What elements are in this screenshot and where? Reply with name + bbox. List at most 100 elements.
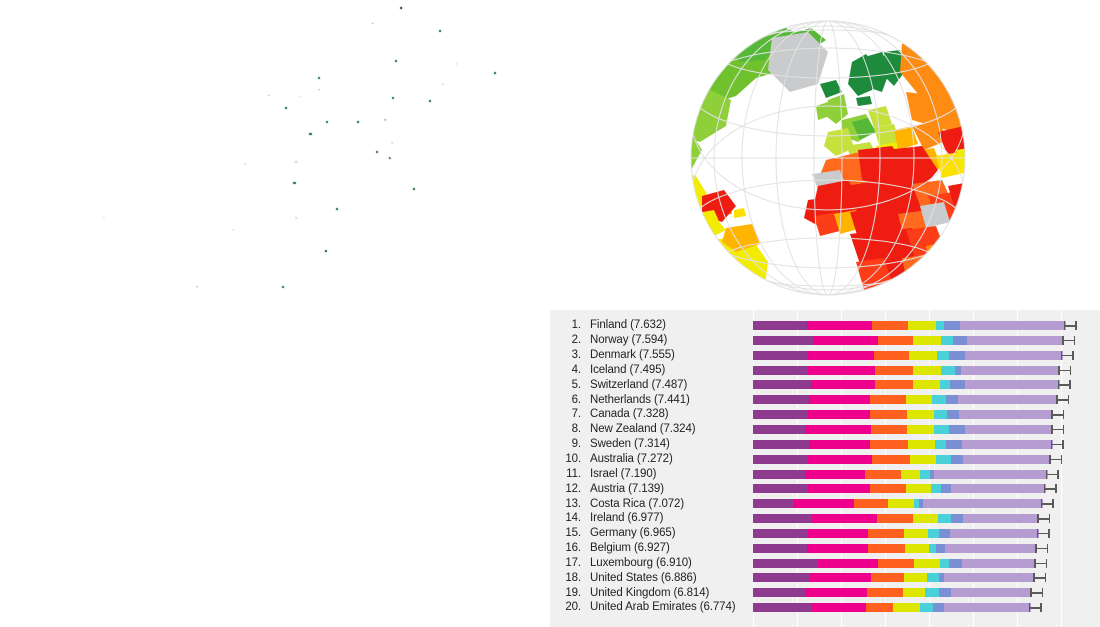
bar-segment-social-support (806, 469, 866, 479)
sp-500-percent-change-chart[interactable]: +100% +50% 0% -50% +71% O (0, 310, 550, 627)
ranking-row[interactable]: 3. Denmark (7.555) (550, 348, 740, 363)
rank-number: 11. (566, 467, 581, 480)
rank-number: 2. (571, 334, 582, 347)
world-happiness-report-ranking[interactable]: 1. Finland (7.632) 2. Norway (7.594) 3. Denma… (550, 310, 1100, 627)
ranking-row[interactable]: 9. Sweden (7.314) (550, 437, 740, 452)
confidence-interval-whisker (1050, 439, 1065, 449)
bar-segment-perceptions-of-corruption (939, 588, 951, 598)
rank-number: 1. (571, 319, 582, 332)
stacked-bar[interactable] (753, 439, 1053, 449)
ranking-row[interactable]: 8. New Zealand (7.324) (550, 422, 740, 437)
ranking-row[interactable]: 20. United Arab Emirates (6.774) (550, 600, 740, 615)
ranking-row[interactable]: 14. Ireland (6.977) (550, 511, 740, 526)
bar-segment-generosity (933, 424, 949, 434)
rank-number: 16. (565, 542, 581, 555)
bar-segment-dystopia-residual (959, 321, 1066, 330)
bar-segment-healthy-life-expectancy (875, 365, 913, 375)
confidence-interval-whisker (1033, 573, 1047, 583)
stacked-bar[interactable] (753, 395, 1059, 405)
ranking-row[interactable]: 7. Canada (7.328) (550, 407, 740, 422)
ranking-list: 1. Finland (7.632) 2. Norway (7.594) 3. Denma… (550, 318, 740, 615)
sp-area-svg (0, 620, 550, 627)
bar-segment-dystopia-residual (933, 469, 1048, 479)
stacked-bar[interactable] (753, 528, 1039, 538)
country-label: United Kingdom (6.814) (590, 586, 710, 599)
bar-segment-freedom (912, 365, 941, 375)
bar-segment-freedom (902, 588, 926, 598)
ranking-row[interactable]: 1. Finland (7.632) (550, 318, 740, 333)
stacked-bar[interactable] (753, 321, 1066, 330)
ranking-row[interactable]: 11. Israel (7.190) (550, 466, 740, 481)
bar-segment-healthy-life-expectancy (868, 543, 905, 553)
stacked-bar[interactable] (753, 410, 1054, 420)
stacked-bar[interactable] (753, 424, 1054, 434)
ranking-row[interactable]: 13. Costa Rica (7.072) (550, 496, 740, 511)
stacked-bar[interactable] (753, 484, 1046, 494)
ranking-row[interactable]: 4. Iceland (7.495) (550, 363, 740, 378)
stacked-bar[interactable] (753, 454, 1052, 464)
ranking-row[interactable]: 17. Luxembourg (6.910) (550, 556, 740, 571)
bar-segment-healthy-life-expectancy (865, 603, 894, 613)
stacked-bar[interactable] (753, 558, 1037, 568)
ranking-row[interactable]: 2. Norway (7.594) (550, 333, 740, 348)
rank-number: 19. (565, 586, 581, 599)
bar-segment-healthy-life-expectancy (870, 410, 908, 420)
ranking-row[interactable]: 12. Austria (7.139) (550, 481, 740, 496)
bar-segment-dystopia-residual (949, 528, 1039, 538)
stacked-bar[interactable] (753, 365, 1061, 375)
stacked-bar[interactable] (753, 350, 1063, 360)
stacked-bar[interactable] (753, 573, 1036, 583)
bar-segment-dystopia-residual (963, 454, 1052, 464)
rank-number: 3. (571, 349, 582, 362)
stacked-bar[interactable] (753, 588, 1033, 598)
ranking-row[interactable]: 16. Belgium (6.927) (550, 541, 740, 556)
stacked-bar[interactable] (753, 543, 1037, 553)
country-label: Costa Rica (7.072) (590, 497, 685, 510)
bar-segment-dystopia-residual (965, 350, 1063, 360)
bar-segment-freedom (912, 335, 941, 345)
dashboard-grid: +100% +50% 0% -50% +71% O (0, 0, 1100, 627)
bar-segment-perceptions-of-corruption (945, 395, 958, 405)
tree-density-canvas (0, 0, 550, 310)
country-label: Australia (7.272) (590, 453, 673, 466)
ranking-row[interactable]: 19. United Kingdom (6.814) (550, 585, 740, 600)
bar-segment-freedom (907, 321, 936, 330)
bar-segment-healthy-life-expectancy (870, 424, 907, 434)
bar-segment-social-support (807, 454, 873, 464)
bar-segment-dystopia-residual (950, 484, 1046, 494)
stacked-bar[interactable] (753, 380, 1060, 390)
confidence-interval-whisker (1028, 603, 1043, 613)
country-label: Israel (7.190) (590, 467, 657, 480)
ranking-row[interactable]: 18. United States (6.886) (550, 570, 740, 585)
bar-segment-gdp-per-capita (753, 335, 813, 345)
bar-segment-dystopia-residual (964, 424, 1054, 434)
confidence-interval-whisker (1051, 424, 1065, 434)
confidence-interval-whisker (1049, 454, 1063, 464)
rank-number: 15. (565, 527, 581, 540)
country-label: Luxembourg (6.910) (590, 556, 692, 569)
ranking-row[interactable]: 6. Netherlands (7.441) (550, 392, 740, 407)
stacked-bar[interactable] (753, 603, 1031, 613)
confidence-interval-whisker (1034, 558, 1048, 568)
ranking-row[interactable]: 5. Switzerland (7.487) (550, 377, 740, 392)
bar-segment-perceptions-of-corruption (948, 424, 965, 434)
nyc-street-tree-density-map[interactable] (0, 0, 550, 310)
bar-segment-gdp-per-capita (753, 573, 811, 583)
stacked-bar[interactable] (753, 469, 1048, 479)
bar-segment-social-support (808, 365, 876, 375)
stacked-bar[interactable] (753, 499, 1043, 509)
bar-segment-social-support (811, 380, 875, 390)
world-choropleth-globe[interactable] (550, 0, 1100, 310)
bar-segment-gdp-per-capita (753, 514, 813, 524)
bar-segment-healthy-life-expectancy (873, 350, 910, 360)
stacked-bar[interactable] (753, 514, 1039, 524)
rank-number: 13. (565, 497, 581, 510)
bar-segment-gdp-per-capita (753, 484, 808, 494)
stacked-bar[interactable] (753, 335, 1065, 345)
bar-segment-perceptions-of-corruption (952, 335, 967, 345)
bar-segment-healthy-life-expectancy (870, 573, 905, 583)
ranking-row[interactable]: 15. Germany (6.965) (550, 526, 740, 541)
bar-segment-freedom (905, 395, 932, 405)
ranking-row[interactable]: 10. Australia (7.272) (550, 452, 740, 467)
bar-segment-generosity (937, 350, 949, 360)
